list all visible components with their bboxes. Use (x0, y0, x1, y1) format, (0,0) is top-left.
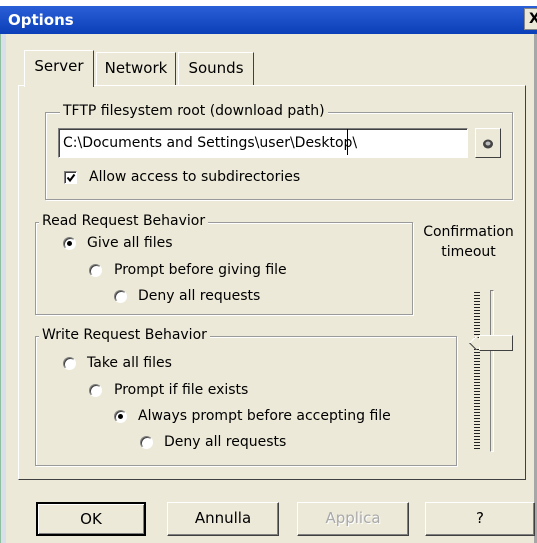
download-path-input[interactable] (58, 128, 468, 158)
confirmation-slider-thumb[interactable] (479, 335, 513, 351)
ok-button-label: OK (80, 510, 102, 528)
write-take-all-radio[interactable] (63, 357, 76, 370)
write-always-prompt-label: Always prompt before accepting file (138, 408, 391, 424)
confirmation-slider-track[interactable] (490, 290, 494, 452)
write-prompt-exists-radio[interactable] (89, 384, 102, 397)
write-take-all-label: Take all files (87, 355, 172, 371)
check-icon (66, 173, 76, 183)
tab-network[interactable]: Network (96, 52, 176, 85)
ok-button[interactable]: OK (36, 502, 146, 536)
help-button-label: ? (476, 509, 484, 527)
allow-subdirs-label: Allow access to subdirectories (89, 169, 301, 185)
browse-folder-button[interactable] (475, 128, 501, 158)
tftp-group-legend: TFTP filesystem root (download path) (60, 103, 328, 119)
write-request-legend: Write Request Behavior (39, 327, 210, 343)
write-always-prompt-radio[interactable] (114, 410, 127, 423)
tab-network-label: Network (104, 59, 168, 77)
title-bar[interactable]: Options X (0, 6, 537, 34)
window-title: Options (8, 11, 74, 29)
folder-browse-icon (483, 139, 493, 148)
tab-server[interactable]: Server (24, 50, 94, 87)
read-give-all-label: Give all files (87, 235, 173, 251)
read-prompt-label: Prompt before giving file (114, 262, 287, 278)
write-prompt-exists-label: Prompt if file exists (114, 382, 249, 398)
tab-server-label: Server (34, 57, 84, 75)
help-button[interactable]: ? (425, 502, 535, 536)
read-deny-radio[interactable] (114, 290, 127, 303)
allow-subdirs-checkbox[interactable] (64, 171, 77, 184)
write-deny-radio[interactable] (140, 436, 153, 449)
cancel-button-label: Annulla (194, 509, 252, 527)
apply-button[interactable]: Applica (297, 502, 409, 536)
slider-ticks (474, 292, 480, 450)
confirmation-label-line1: Confirmation (423, 224, 514, 240)
apply-button-label: Applica (325, 509, 381, 527)
tab-sounds-label: Sounds (188, 59, 244, 77)
read-give-all-radio[interactable] (63, 237, 76, 250)
read-prompt-radio[interactable] (89, 264, 102, 277)
confirmation-timeout-label: Confirmation timeout (416, 222, 521, 262)
write-deny-label: Deny all requests (164, 434, 287, 450)
confirmation-label-line2: timeout (441, 244, 496, 260)
tab-sounds[interactable]: Sounds (178, 52, 254, 85)
read-deny-label: Deny all requests (138, 288, 261, 304)
read-request-legend: Read Request Behavior (39, 213, 209, 229)
text-cursor (347, 129, 348, 155)
left-edge (0, 34, 1, 543)
close-button[interactable]: X (524, 8, 537, 30)
cancel-button[interactable]: Annulla (167, 502, 279, 536)
